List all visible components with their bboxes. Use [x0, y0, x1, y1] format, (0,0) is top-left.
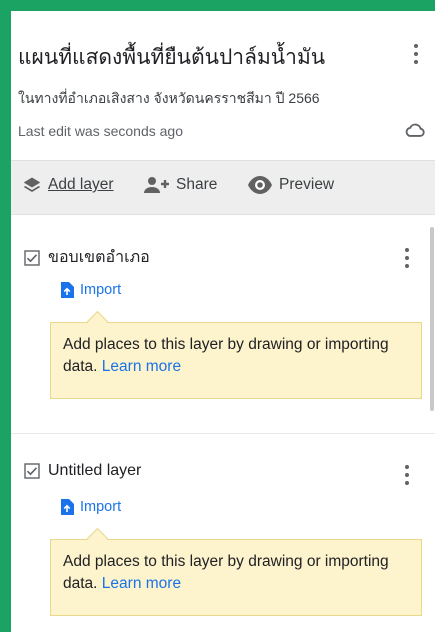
person-add-icon — [144, 177, 169, 193]
import-label: Import — [80, 499, 122, 515]
layer-name[interactable]: Untitled layer — [48, 462, 141, 480]
import-label: Import — [80, 282, 122, 298]
layer-hint-tooltip: Add places to this layer by drawing or i… — [50, 322, 422, 399]
share-label: Share — [176, 176, 218, 193]
layer-options-icon[interactable] — [404, 465, 410, 489]
cloud-done-icon — [405, 123, 425, 137]
last-edit-status: Last edit was seconds ago — [18, 123, 183, 139]
learn-more-link[interactable]: Learn more — [102, 575, 181, 592]
layer-toolbar: Add layer Share Preview — [11, 160, 435, 215]
map-description[interactable]: ในทางที่อำเภอเสิงสาง จังหวัดนครราชสีมา ป… — [18, 88, 320, 110]
layer-name[interactable]: ขอบเขตอำเภอ — [48, 245, 150, 270]
layers-icon — [23, 177, 41, 192]
layer-hint-tooltip: Add places to this layer by drawing or i… — [50, 539, 422, 616]
preview-label: Preview — [279, 176, 335, 193]
file-upload-icon — [61, 282, 74, 298]
add-layer-label: Add layer — [48, 176, 114, 193]
checkbox-checked-icon[interactable] — [24, 463, 40, 479]
import-link[interactable]: Import — [60, 499, 121, 515]
import-link[interactable]: Import — [60, 282, 121, 298]
map-panel: แผนที่แสดงพื้นที่ยืนต้นปาล์มน้ำมัน ในทาง… — [11, 11, 435, 632]
add-layer-button[interactable]: Add layer — [22, 175, 113, 195]
eye-icon — [248, 176, 272, 194]
preview-button[interactable]: Preview — [247, 175, 334, 195]
share-button[interactable]: Share — [144, 175, 217, 195]
map-options-icon[interactable] — [413, 44, 419, 68]
map-header: แผนที่แสดงพื้นที่ยืนต้นปาล์มน้ำมัน ในทาง… — [11, 11, 435, 160]
layers-scrollbar[interactable] — [430, 227, 434, 411]
learn-more-link[interactable]: Learn more — [102, 358, 181, 375]
layer-divider — [11, 433, 435, 434]
checkbox-checked-icon[interactable] — [24, 249, 40, 266]
layer-options-icon[interactable] — [404, 248, 410, 272]
file-upload-icon — [61, 499, 74, 515]
map-title[interactable]: แผนที่แสดงพื้นที่ยืนต้นปาล์มน้ำมัน — [18, 41, 398, 74]
